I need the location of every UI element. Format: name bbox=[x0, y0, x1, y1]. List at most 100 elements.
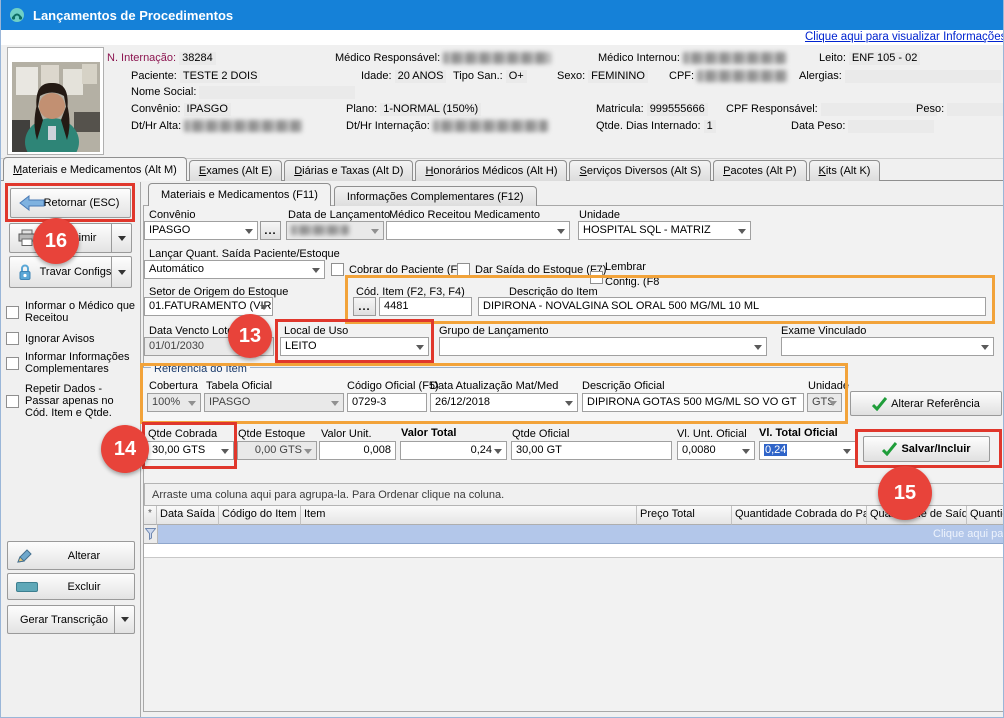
qtde-estoque-select[interactable]: 0,00 GTS bbox=[237, 441, 317, 460]
checkbox-cobrar-paciente[interactable]: Cobrar do Paciente (F6) bbox=[331, 263, 467, 276]
tab-info-complementares-f12[interactable]: Informações Complementares (F12) bbox=[334, 186, 537, 206]
codigo-oficial-input[interactable]: 0729-3 bbox=[347, 393, 427, 412]
check-icon bbox=[882, 442, 897, 456]
n-internacao-value: 38284 bbox=[179, 52, 216, 65]
medico-responsavel-field: Médico Responsável: bbox=[335, 52, 551, 64]
vl-total-oficial-select[interactable]: 0,24 bbox=[759, 441, 856, 460]
descricao-oficial-input[interactable]: DIPIRONA GOTAS 500 MG/ML SO VO GT bbox=[582, 393, 804, 412]
checkbox-repetir-dados[interactable]: Repetir Dados - Passar apenas no Cód. It… bbox=[6, 383, 138, 419]
grid-body[interactable] bbox=[144, 544, 1004, 558]
travar-configs-dropdown[interactable] bbox=[111, 257, 131, 287]
data-atualizacao-select[interactable]: 26/12/2018 bbox=[430, 393, 578, 412]
view-info-link[interactable]: Clique aqui para visualizar Informações … bbox=[805, 31, 1004, 43]
medico-receitou-select[interactable] bbox=[386, 221, 570, 240]
travar-configs-button[interactable]: Travar Configs bbox=[9, 256, 132, 288]
chevron-down-icon bbox=[742, 449, 750, 454]
cpf-responsavel-field: CPF Responsável: bbox=[726, 103, 937, 116]
checkbox-ignorar-avisos[interactable]: Ignorar Avisos bbox=[6, 332, 138, 345]
qtde-oficial-input[interactable]: 30,00 GT bbox=[511, 441, 672, 460]
convenio-select[interactable]: IPASGO bbox=[144, 221, 258, 240]
checkbox-informar-informacoes[interactable]: Informar Informações Complementares bbox=[6, 351, 138, 375]
gerar-transcricao-dropdown[interactable] bbox=[114, 606, 134, 633]
peso-field: Peso: bbox=[916, 103, 1003, 116]
vl-unt-oficial-select[interactable]: 0,0080 bbox=[677, 441, 755, 460]
tab-materiais-f11[interactable]: Materiais e Medicamentos (F11) bbox=[148, 183, 331, 206]
tab-materiais-medicamentos[interactable]: Materiais e Medicamentos (Alt M) bbox=[3, 157, 187, 181]
exame-vinculado-label: Exame Vinculado bbox=[781, 325, 866, 337]
tab-diarias-taxas[interactable]: Diárias e Taxas (Alt D) bbox=[284, 160, 413, 181]
setor-origem-select[interactable]: 01.FATURAMENTO (VIR bbox=[144, 297, 273, 316]
grupo-lancamento-select[interactable] bbox=[439, 337, 767, 356]
tabela-oficial-label: Tabela Oficial bbox=[206, 380, 272, 392]
filter-row[interactable] bbox=[158, 525, 1004, 544]
column-header-qtd-saida[interactable]: Quantidade de Sa bbox=[967, 506, 1004, 525]
qtde-dias-field: Qtde. Dias Internado: 1 bbox=[596, 120, 716, 133]
unidade-oficial-select[interactable]: GTS bbox=[807, 393, 842, 412]
descricao-item-input[interactable]: DIPIRONA - NOVALGINA SOL ORAL 500 MG/ML … bbox=[478, 297, 986, 316]
gerar-transcricao-button[interactable]: Gerar Transcrição bbox=[7, 605, 135, 634]
lancar-quant-label: Lançar Quant. Saída Paciente/Estoque bbox=[149, 248, 340, 260]
patient-photo-image bbox=[12, 62, 100, 152]
tab-kits[interactable]: Kits (Alt K) bbox=[809, 160, 881, 181]
data-lancamento-select[interactable] bbox=[286, 221, 384, 240]
data-peso-value bbox=[848, 120, 934, 133]
exame-vinculado-select[interactable] bbox=[781, 337, 994, 356]
tabela-oficial-select[interactable]: IPASGO bbox=[204, 393, 344, 412]
column-header-data-saida[interactable]: Data Saída bbox=[157, 506, 219, 525]
tab-pacotes[interactable]: Pacotes (Alt P) bbox=[713, 160, 806, 181]
column-header-preco-total[interactable]: Preço Total bbox=[637, 506, 732, 525]
local-uso-select[interactable]: LEITO bbox=[280, 337, 429, 356]
chevron-down-icon bbox=[843, 449, 851, 454]
cobertura-select[interactable]: 100% bbox=[147, 393, 201, 412]
cod-item-browse-button[interactable]: ... bbox=[353, 297, 376, 316]
grupo-lancamento-label: Grupo de Lançamento bbox=[439, 325, 548, 337]
procedure-entry-window: Lançamentos de Procedimentos Clique aqui… bbox=[0, 0, 1004, 718]
column-header-qtd-saida-estoque[interactable]: Quantidade de Saída do Estoque bbox=[867, 506, 967, 525]
qtde-estoque-label: Qtde Estoque bbox=[238, 428, 305, 440]
imprimir-button[interactable]: Imprimir bbox=[9, 223, 132, 253]
tab-servicos-diversos[interactable]: Serviços Diversos (Alt S) bbox=[569, 160, 711, 181]
column-header-qtd-cobrada[interactable]: Quantidade Cobrada do Paciente bbox=[732, 506, 867, 525]
local-uso-label: Local de Uso bbox=[284, 325, 348, 337]
codigo-oficial-label: Código Oficial (F5) bbox=[347, 380, 439, 392]
column-header-item[interactable]: Item bbox=[301, 506, 637, 525]
chevron-down-icon bbox=[118, 236, 126, 241]
dthr-alta-field: Dt/Hr Alta: bbox=[131, 120, 302, 132]
checkbox-box bbox=[6, 395, 19, 408]
valor-total-select[interactable]: 0,24 bbox=[400, 441, 507, 460]
chevron-down-icon bbox=[245, 229, 253, 234]
column-header-codigo-item[interactable]: Código do Item bbox=[219, 506, 301, 525]
convenio-browse-button[interactable]: ... bbox=[260, 221, 281, 240]
leito-field: Leito: ENF 105 - 02 bbox=[819, 52, 920, 65]
checkbox-lembrar-config[interactable] bbox=[590, 271, 603, 284]
qtde-cobrada-select[interactable]: 30,00 GTS bbox=[147, 441, 234, 460]
blurred-value bbox=[291, 225, 349, 235]
salvar-incluir-button[interactable]: Salvar/Incluir bbox=[863, 436, 990, 462]
alterar-referencia-button[interactable]: Alterar Referência bbox=[850, 391, 1002, 416]
group-by-bar[interactable]: Arraste uma coluna aqui para agrupa-la. … bbox=[144, 483, 1004, 506]
referencia-title: Referência do Item bbox=[151, 363, 250, 375]
filter-cell[interactable] bbox=[144, 525, 158, 544]
n-internacao-field: N. Internação: 38284 bbox=[107, 52, 216, 65]
data-vencto-input[interactable]: 01/01/2030 bbox=[144, 337, 274, 356]
chevron-down-icon bbox=[312, 268, 320, 273]
checkbox-informar-medico[interactable]: Informar o Médico que Receitou bbox=[6, 300, 138, 324]
cobertura-label: Cobertura bbox=[149, 380, 198, 392]
descricao-oficial-label: Descrição Oficial bbox=[582, 380, 665, 392]
plano-value: 1-NORMAL (150%) bbox=[380, 103, 481, 116]
lancar-quant-select[interactable]: Automático bbox=[144, 260, 325, 279]
checkbox-dar-saida[interactable]: Dar Saída do Estoque (F7) bbox=[457, 263, 606, 276]
chevron-down-icon bbox=[371, 229, 379, 234]
unidade-select[interactable]: HOSPITAL SQL - MATRIZ bbox=[578, 221, 751, 240]
alergias-value bbox=[845, 70, 1001, 83]
chevron-down-icon bbox=[565, 401, 573, 406]
excluir-button[interactable]: Excluir bbox=[7, 573, 135, 600]
tipo-san-value: O+ bbox=[506, 70, 527, 83]
imprimir-dropdown[interactable] bbox=[111, 224, 131, 252]
alterar-button[interactable]: Alterar bbox=[7, 541, 135, 570]
cod-item-input[interactable]: 4481 bbox=[379, 297, 472, 316]
tab-honorarios-medicos[interactable]: Honorários Médicos (Alt H) bbox=[415, 160, 567, 181]
tab-exames[interactable]: Exames (Alt E) bbox=[189, 160, 282, 181]
retornar-button[interactable]: Retornar (ESC) bbox=[10, 188, 131, 218]
valor-unit-input[interactable]: 0,008 bbox=[319, 441, 396, 460]
